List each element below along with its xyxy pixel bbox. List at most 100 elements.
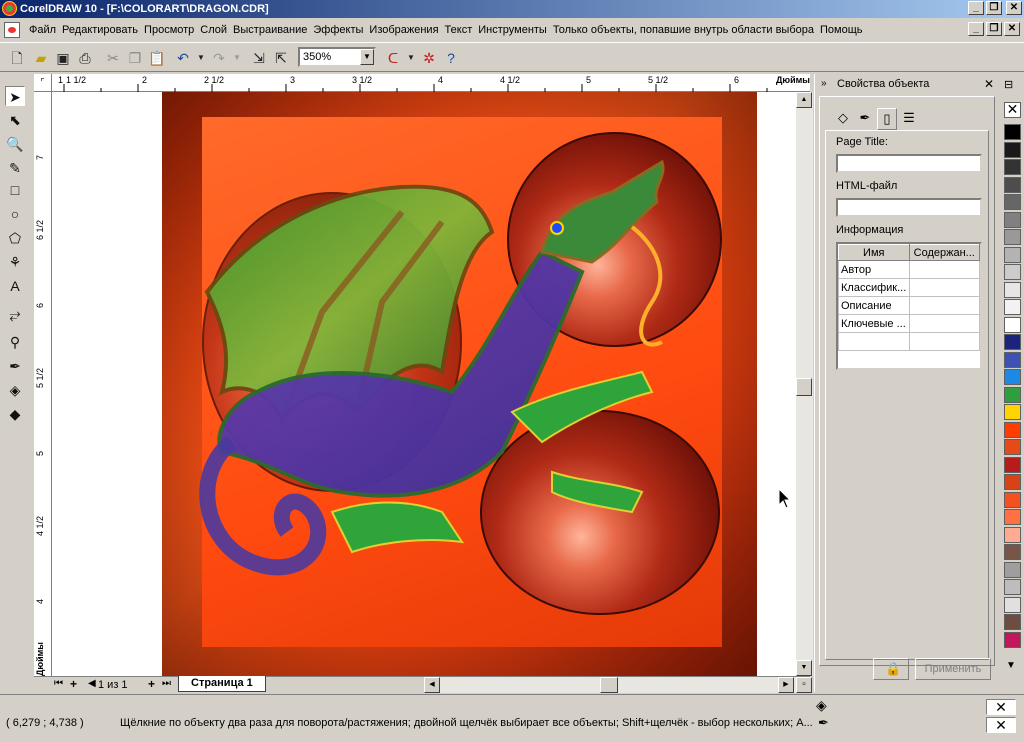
dragon-artwork[interactable] — [162, 92, 757, 676]
row-content[interactable] — [908, 296, 980, 315]
color-swatch[interactable] — [1004, 404, 1021, 420]
color-swatch[interactable] — [1004, 631, 1021, 648]
table-row[interactable]: Ключевые ... — [838, 314, 980, 333]
previous-page-icon[interactable]: ◀ — [88, 678, 96, 689]
row-content[interactable] — [908, 332, 980, 351]
dragon-illustration[interactable] — [162, 92, 757, 676]
first-page-icon[interactable]: ⏮ — [54, 678, 63, 689]
menu-bitmaps[interactable]: Изображения — [366, 24, 441, 36]
color-swatch[interactable] — [1004, 456, 1021, 473]
scroll-up-button[interactable]: ▲ — [796, 92, 812, 108]
fill-indicator-icon[interactable]: ◈ — [816, 697, 827, 714]
ruler-origin-corner[interactable]: ⌜ — [34, 74, 52, 92]
color-swatch[interactable] — [1004, 229, 1021, 245]
color-swatch[interactable] — [1004, 351, 1021, 368]
color-swatch[interactable] — [1004, 334, 1021, 350]
interactive-fill-tool-icon[interactable]: ◆ — [5, 404, 25, 424]
redo-dropdown-icon[interactable]: ▼ — [228, 49, 246, 67]
color-swatch[interactable] — [1004, 159, 1021, 175]
html-file-input[interactable] — [836, 198, 982, 217]
horizontal-ruler[interactable]: 1 1 1/2 2 2 1/2 3 3 1/2 4 4 1/2 5 5 1/2 … — [34, 74, 810, 92]
color-swatch[interactable] — [1004, 264, 1021, 280]
zoom-tool-icon[interactable]: 🔍 — [5, 134, 25, 154]
doc-restore-button[interactable]: ❐ — [986, 22, 1002, 36]
minimize-button[interactable]: _ — [968, 1, 984, 15]
menu-effects[interactable]: Эффекты — [310, 24, 366, 36]
column-header-content[interactable]: Содержан... — [908, 244, 980, 261]
color-swatch[interactable] — [1004, 316, 1021, 333]
fill-tab-icon[interactable]: ◇ — [833, 108, 853, 130]
outline-tab-icon[interactable]: ✒ — [855, 108, 875, 130]
scroll-left-button[interactable]: ◀ — [424, 677, 440, 693]
menu-file[interactable]: Файл — [26, 24, 59, 36]
menu-text[interactable]: Текст — [442, 24, 476, 36]
last-page-icon[interactable]: ⏭ — [162, 678, 171, 689]
fill-tool-icon[interactable]: ◈ — [5, 380, 25, 400]
interactive-blend-tool-icon[interactable]: ⥂ — [5, 304, 25, 324]
color-swatch[interactable] — [1004, 509, 1021, 525]
save-icon[interactable]: ▣ — [54, 49, 72, 67]
table-row[interactable]: Классифик... — [838, 278, 980, 297]
launcher-dropdown-icon[interactable]: ▼ — [402, 49, 420, 67]
freehand-tool-icon[interactable]: ✎ — [5, 158, 25, 178]
export-icon[interactable]: ⇱ — [272, 49, 290, 67]
menu-layout[interactable]: Слой — [197, 24, 230, 36]
horizontal-scrollbar[interactable]: ◀ ▶ — [424, 677, 796, 693]
no-fill-swatch[interactable]: ✕ — [1004, 102, 1021, 118]
navigator-corner-button[interactable]: ▫ — [796, 677, 812, 693]
shape-tool-icon[interactable]: ⬉ — [5, 110, 25, 130]
corel-online-icon[interactable]: ✲ — [420, 49, 438, 67]
fill-color-none-icon[interactable]: ✕ — [986, 699, 1016, 715]
color-swatch[interactable] — [1004, 579, 1021, 595]
color-swatch[interactable] — [1004, 386, 1021, 403]
paste-icon[interactable]: 📋 — [148, 49, 166, 67]
polygon-tool-icon[interactable]: ⬠ — [5, 228, 25, 248]
column-header-name[interactable]: Имя — [838, 244, 910, 261]
color-swatch[interactable] — [1004, 194, 1021, 210]
color-swatch[interactable] — [1004, 614, 1021, 630]
doc-minimize-button[interactable]: _ — [968, 22, 984, 36]
table-row[interactable] — [838, 332, 980, 351]
color-swatch[interactable] — [1004, 176, 1021, 193]
print-icon[interactable]: ⎙ — [76, 49, 94, 67]
color-swatch[interactable] — [1004, 124, 1021, 140]
document-icon[interactable] — [4, 22, 20, 38]
scroll-right-button[interactable]: ▶ — [778, 677, 794, 693]
docker-collapse-icon[interactable]: » — [821, 78, 827, 89]
text-tool-icon[interactable]: A — [5, 276, 25, 296]
maximize-button[interactable]: ❐ — [986, 1, 1002, 15]
color-swatch[interactable] — [1004, 281, 1021, 298]
close-button[interactable]: ✕ — [1006, 1, 1022, 15]
vertical-scroll-thumb[interactable] — [796, 378, 812, 396]
pick-tool-icon[interactable]: ➤ — [5, 86, 25, 106]
undo-icon[interactable]: ↶ — [174, 49, 192, 67]
color-swatch[interactable] — [1004, 141, 1021, 158]
open-folder-icon[interactable]: ▰ — [32, 49, 50, 67]
palette-scroll-down-icon[interactable]: ▼ — [1006, 660, 1016, 671]
color-swatch[interactable] — [1004, 561, 1021, 578]
copy-icon[interactable]: ❐ — [126, 49, 144, 67]
row-content[interactable] — [908, 314, 980, 333]
coreldraw-app-icon[interactable] — [2, 1, 17, 16]
menu-help[interactable]: Помощь — [817, 24, 866, 36]
color-swatch[interactable] — [1004, 596, 1021, 613]
horizontal-scroll-thumb[interactable] — [600, 677, 618, 693]
menu-view[interactable]: Просмотр — [141, 24, 197, 36]
ellipse-tool-icon[interactable]: ○ — [5, 204, 25, 224]
redo-icon[interactable]: ↷ — [210, 49, 228, 67]
import-icon[interactable]: ⇲ — [250, 49, 268, 67]
application-launcher-icon[interactable]: ᑕ — [384, 49, 402, 67]
color-swatch[interactable] — [1004, 299, 1021, 315]
color-swatch[interactable] — [1004, 544, 1021, 560]
menu-edit[interactable]: Редактировать — [59, 24, 141, 36]
internet-tab-icon[interactable]: ☰ — [899, 108, 919, 130]
rectangle-tool-icon[interactable]: □ — [5, 180, 25, 200]
color-swatch[interactable] — [1004, 246, 1021, 263]
page-title-input[interactable] — [836, 154, 982, 173]
table-row[interactable]: Автор — [838, 260, 980, 279]
zoom-level-select[interactable]: 350% ▼ — [298, 47, 376, 67]
row-content[interactable] — [908, 278, 980, 297]
lock-button[interactable]: 🔒 — [873, 658, 909, 680]
color-swatch[interactable] — [1004, 474, 1021, 490]
add-page-after-icon[interactable]: + — [148, 677, 155, 691]
